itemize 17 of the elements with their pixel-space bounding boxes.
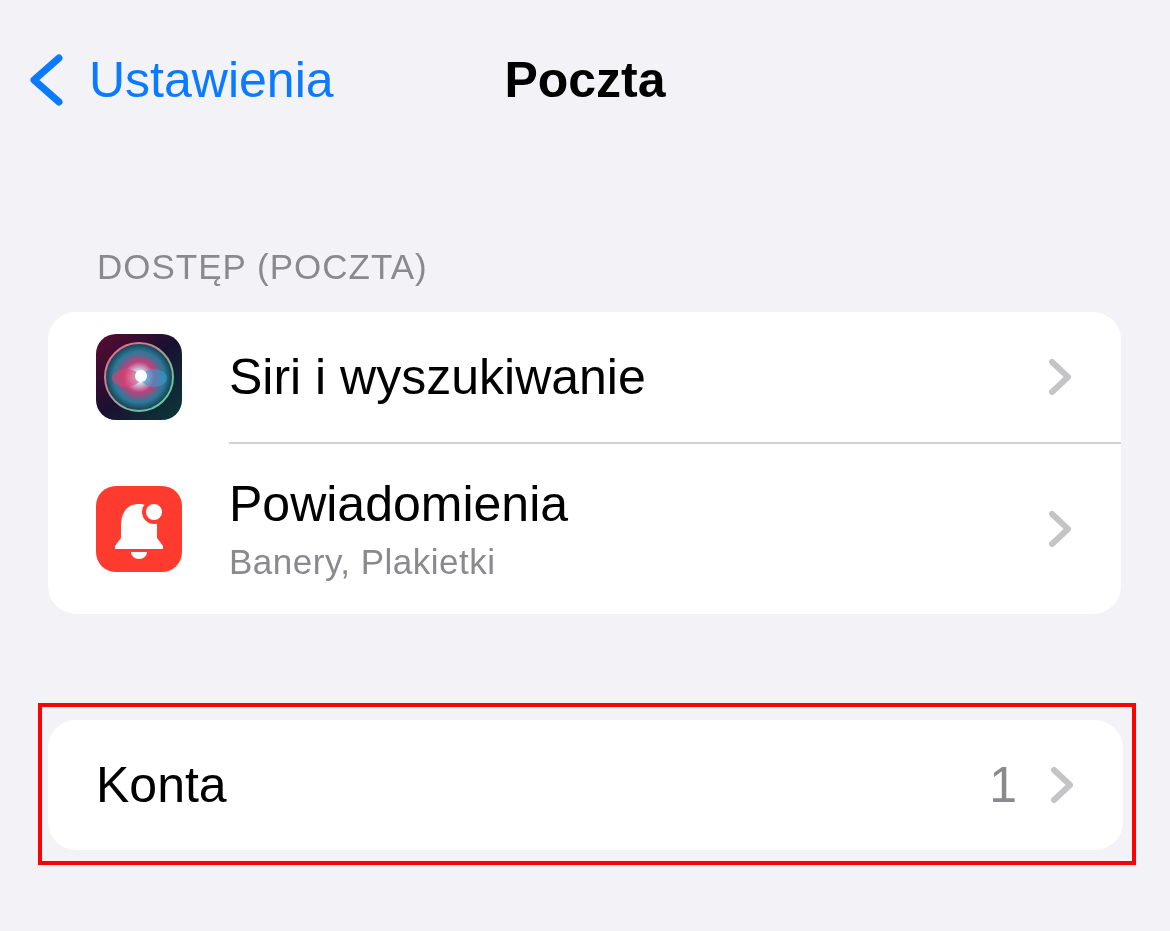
row-value: 1 [989, 756, 1017, 814]
row-subtitle: Banery, Plakietki [229, 541, 496, 583]
chevron-right-icon [1048, 510, 1072, 548]
glowing-orb-icon [96, 334, 182, 420]
chevron-right-icon [1050, 766, 1074, 804]
section-header: DOSTĘP (POCZTA) [97, 247, 428, 287]
bell-icon [96, 486, 182, 572]
settings-row[interactable]: Powiadomienia Banery, Plakietki [48, 444, 1121, 614]
page-title: Poczta [504, 51, 666, 109]
settings-row[interactable]: Konta 1 [48, 720, 1123, 850]
row-title: Siri i wyszukiwanie [229, 348, 646, 406]
chevron-right-icon [1048, 358, 1072, 396]
row-title: Konta [96, 756, 227, 814]
row-title: Powiadomienia [229, 475, 569, 533]
back-chevron-icon [28, 54, 64, 106]
back-button[interactable]: Ustawienia [28, 51, 334, 109]
settings-row[interactable]: Siri i wyszukiwanie [48, 312, 1121, 442]
